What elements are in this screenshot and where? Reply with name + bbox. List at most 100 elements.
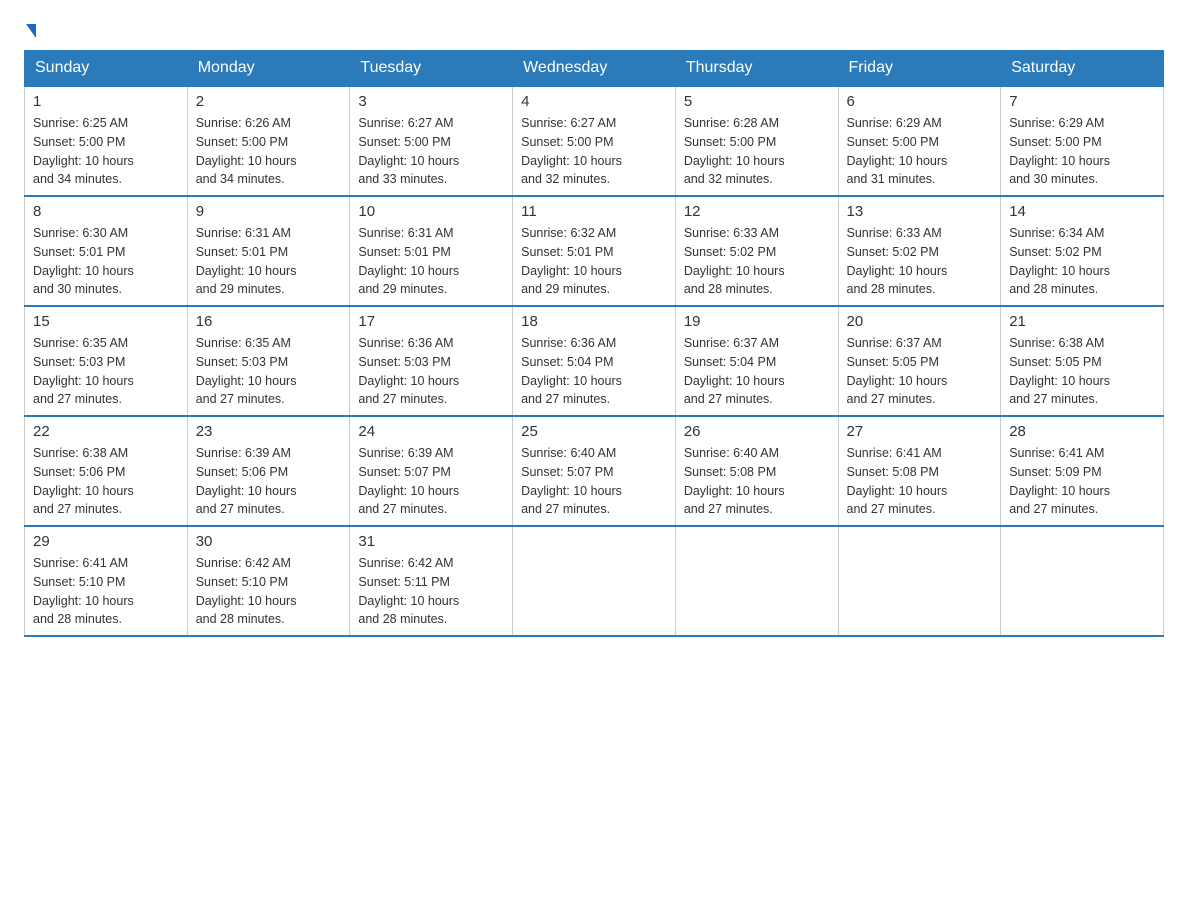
day-info: Sunrise: 6:42 AM Sunset: 5:10 PM Dayligh… xyxy=(196,554,342,629)
calendar-cell: 31 Sunrise: 6:42 AM Sunset: 5:11 PM Dayl… xyxy=(350,526,513,636)
calendar-cell: 5 Sunrise: 6:28 AM Sunset: 5:00 PM Dayli… xyxy=(675,86,838,196)
calendar-cell: 30 Sunrise: 6:42 AM Sunset: 5:10 PM Dayl… xyxy=(187,526,350,636)
calendar-cell: 29 Sunrise: 6:41 AM Sunset: 5:10 PM Dayl… xyxy=(25,526,188,636)
day-info: Sunrise: 6:39 AM Sunset: 5:06 PM Dayligh… xyxy=(196,444,342,519)
day-info: Sunrise: 6:42 AM Sunset: 5:11 PM Dayligh… xyxy=(358,554,504,629)
day-number: 18 xyxy=(521,313,667,330)
day-info: Sunrise: 6:31 AM Sunset: 5:01 PM Dayligh… xyxy=(196,224,342,299)
calendar-cell: 16 Sunrise: 6:35 AM Sunset: 5:03 PM Dayl… xyxy=(187,306,350,416)
calendar-cell: 9 Sunrise: 6:31 AM Sunset: 5:01 PM Dayli… xyxy=(187,196,350,306)
calendar-cell: 2 Sunrise: 6:26 AM Sunset: 5:00 PM Dayli… xyxy=(187,86,350,196)
day-info: Sunrise: 6:36 AM Sunset: 5:03 PM Dayligh… xyxy=(358,334,504,409)
day-number: 13 xyxy=(847,203,993,220)
day-number: 8 xyxy=(33,203,179,220)
day-number: 28 xyxy=(1009,423,1155,440)
column-header-saturday: Saturday xyxy=(1001,51,1164,87)
day-number: 4 xyxy=(521,93,667,110)
day-info: Sunrise: 6:29 AM Sunset: 5:00 PM Dayligh… xyxy=(1009,114,1155,189)
calendar-cell: 1 Sunrise: 6:25 AM Sunset: 5:00 PM Dayli… xyxy=(25,86,188,196)
day-info: Sunrise: 6:38 AM Sunset: 5:06 PM Dayligh… xyxy=(33,444,179,519)
day-info: Sunrise: 6:41 AM Sunset: 5:08 PM Dayligh… xyxy=(847,444,993,519)
calendar-cell: 15 Sunrise: 6:35 AM Sunset: 5:03 PM Dayl… xyxy=(25,306,188,416)
day-number: 23 xyxy=(196,423,342,440)
calendar-week-row: 15 Sunrise: 6:35 AM Sunset: 5:03 PM Dayl… xyxy=(25,306,1164,416)
day-info: Sunrise: 6:33 AM Sunset: 5:02 PM Dayligh… xyxy=(847,224,993,299)
day-number: 10 xyxy=(358,203,504,220)
day-number: 2 xyxy=(196,93,342,110)
day-info: Sunrise: 6:40 AM Sunset: 5:08 PM Dayligh… xyxy=(684,444,830,519)
day-number: 15 xyxy=(33,313,179,330)
page-header xyxy=(24,24,1164,38)
day-info: Sunrise: 6:29 AM Sunset: 5:00 PM Dayligh… xyxy=(847,114,993,189)
calendar-cell: 12 Sunrise: 6:33 AM Sunset: 5:02 PM Dayl… xyxy=(675,196,838,306)
day-number: 6 xyxy=(847,93,993,110)
day-info: Sunrise: 6:41 AM Sunset: 5:09 PM Dayligh… xyxy=(1009,444,1155,519)
calendar-cell: 13 Sunrise: 6:33 AM Sunset: 5:02 PM Dayl… xyxy=(838,196,1001,306)
day-info: Sunrise: 6:33 AM Sunset: 5:02 PM Dayligh… xyxy=(684,224,830,299)
day-number: 30 xyxy=(196,533,342,550)
day-info: Sunrise: 6:27 AM Sunset: 5:00 PM Dayligh… xyxy=(358,114,504,189)
calendar-cell: 10 Sunrise: 6:31 AM Sunset: 5:01 PM Dayl… xyxy=(350,196,513,306)
day-info: Sunrise: 6:28 AM Sunset: 5:00 PM Dayligh… xyxy=(684,114,830,189)
day-number: 29 xyxy=(33,533,179,550)
calendar-cell xyxy=(1001,526,1164,636)
column-header-tuesday: Tuesday xyxy=(350,51,513,87)
calendar-cell xyxy=(675,526,838,636)
day-number: 26 xyxy=(684,423,830,440)
day-number: 19 xyxy=(684,313,830,330)
day-info: Sunrise: 6:26 AM Sunset: 5:00 PM Dayligh… xyxy=(196,114,342,189)
day-number: 5 xyxy=(684,93,830,110)
calendar-cell: 14 Sunrise: 6:34 AM Sunset: 5:02 PM Dayl… xyxy=(1001,196,1164,306)
day-number: 27 xyxy=(847,423,993,440)
column-header-friday: Friday xyxy=(838,51,1001,87)
calendar-table: SundayMondayTuesdayWednesdayThursdayFrid… xyxy=(24,50,1164,637)
calendar-cell: 4 Sunrise: 6:27 AM Sunset: 5:00 PM Dayli… xyxy=(513,86,676,196)
day-info: Sunrise: 6:25 AM Sunset: 5:00 PM Dayligh… xyxy=(33,114,179,189)
day-number: 12 xyxy=(684,203,830,220)
calendar-week-row: 29 Sunrise: 6:41 AM Sunset: 5:10 PM Dayl… xyxy=(25,526,1164,636)
calendar-week-row: 22 Sunrise: 6:38 AM Sunset: 5:06 PM Dayl… xyxy=(25,416,1164,526)
day-number: 24 xyxy=(358,423,504,440)
day-number: 22 xyxy=(33,423,179,440)
calendar-week-row: 1 Sunrise: 6:25 AM Sunset: 5:00 PM Dayli… xyxy=(25,86,1164,196)
calendar-week-row: 8 Sunrise: 6:30 AM Sunset: 5:01 PM Dayli… xyxy=(25,196,1164,306)
calendar-cell: 28 Sunrise: 6:41 AM Sunset: 5:09 PM Dayl… xyxy=(1001,416,1164,526)
day-number: 17 xyxy=(358,313,504,330)
logo xyxy=(24,24,36,38)
logo-arrow-icon xyxy=(26,24,36,38)
column-header-sunday: Sunday xyxy=(25,51,188,87)
calendar-cell xyxy=(838,526,1001,636)
calendar-cell: 22 Sunrise: 6:38 AM Sunset: 5:06 PM Dayl… xyxy=(25,416,188,526)
day-info: Sunrise: 6:35 AM Sunset: 5:03 PM Dayligh… xyxy=(33,334,179,409)
calendar-header-row: SundayMondayTuesdayWednesdayThursdayFrid… xyxy=(25,51,1164,87)
calendar-cell: 7 Sunrise: 6:29 AM Sunset: 5:00 PM Dayli… xyxy=(1001,86,1164,196)
day-number: 25 xyxy=(521,423,667,440)
calendar-cell: 25 Sunrise: 6:40 AM Sunset: 5:07 PM Dayl… xyxy=(513,416,676,526)
column-header-thursday: Thursday xyxy=(675,51,838,87)
day-info: Sunrise: 6:27 AM Sunset: 5:00 PM Dayligh… xyxy=(521,114,667,189)
calendar-cell: 18 Sunrise: 6:36 AM Sunset: 5:04 PM Dayl… xyxy=(513,306,676,416)
calendar-cell: 11 Sunrise: 6:32 AM Sunset: 5:01 PM Dayl… xyxy=(513,196,676,306)
calendar-cell: 26 Sunrise: 6:40 AM Sunset: 5:08 PM Dayl… xyxy=(675,416,838,526)
day-info: Sunrise: 6:39 AM Sunset: 5:07 PM Dayligh… xyxy=(358,444,504,519)
day-number: 1 xyxy=(33,93,179,110)
day-number: 3 xyxy=(358,93,504,110)
calendar-cell: 19 Sunrise: 6:37 AM Sunset: 5:04 PM Dayl… xyxy=(675,306,838,416)
day-info: Sunrise: 6:30 AM Sunset: 5:01 PM Dayligh… xyxy=(33,224,179,299)
calendar-cell: 23 Sunrise: 6:39 AM Sunset: 5:06 PM Dayl… xyxy=(187,416,350,526)
day-number: 20 xyxy=(847,313,993,330)
day-info: Sunrise: 6:38 AM Sunset: 5:05 PM Dayligh… xyxy=(1009,334,1155,409)
day-info: Sunrise: 6:34 AM Sunset: 5:02 PM Dayligh… xyxy=(1009,224,1155,299)
calendar-cell: 24 Sunrise: 6:39 AM Sunset: 5:07 PM Dayl… xyxy=(350,416,513,526)
day-info: Sunrise: 6:37 AM Sunset: 5:04 PM Dayligh… xyxy=(684,334,830,409)
column-header-monday: Monday xyxy=(187,51,350,87)
column-header-wednesday: Wednesday xyxy=(513,51,676,87)
day-info: Sunrise: 6:37 AM Sunset: 5:05 PM Dayligh… xyxy=(847,334,993,409)
calendar-cell: 6 Sunrise: 6:29 AM Sunset: 5:00 PM Dayli… xyxy=(838,86,1001,196)
calendar-cell: 17 Sunrise: 6:36 AM Sunset: 5:03 PM Dayl… xyxy=(350,306,513,416)
day-number: 14 xyxy=(1009,203,1155,220)
day-number: 21 xyxy=(1009,313,1155,330)
day-number: 7 xyxy=(1009,93,1155,110)
day-number: 31 xyxy=(358,533,504,550)
calendar-cell: 21 Sunrise: 6:38 AM Sunset: 5:05 PM Dayl… xyxy=(1001,306,1164,416)
